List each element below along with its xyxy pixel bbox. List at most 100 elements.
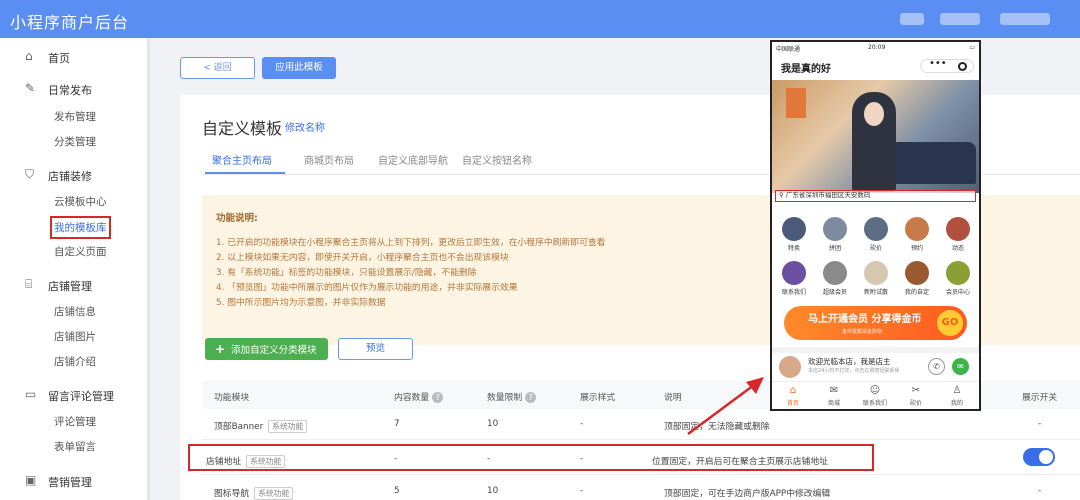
close-circle-icon[interactable] bbox=[958, 62, 967, 71]
sidebar-group-comments[interactable]: ▭ 留言评论管理 bbox=[0, 384, 147, 406]
phone-tab-contact[interactable]: ☺ 联系我们 bbox=[857, 385, 893, 407]
sidebar-item-my-templates[interactable]: 我的模板库 bbox=[50, 216, 111, 239]
phone-preview: 中国联通 20:09 ▭ 我是真的好 ••• ⚲ 广东省深圳市福田区天安数码 特… bbox=[770, 40, 981, 411]
help-icon[interactable]: ? bbox=[432, 392, 444, 403]
edit-icon: ✎ bbox=[25, 81, 36, 95]
sidebar-item-store-intro[interactable]: 店铺介绍 bbox=[54, 354, 96, 369]
top-bar: 小程序商户后台 bbox=[0, 0, 1080, 38]
th-desc: 说明 bbox=[664, 393, 682, 403]
sidebar-group-marketing[interactable]: ▣ 营销管理 bbox=[0, 470, 147, 492]
grid-item[interactable]: 超级会员 bbox=[817, 261, 853, 296]
sidebar-item-custom-page[interactable]: 自定义页面 bbox=[54, 244, 107, 259]
sidebar-item-store-images[interactable]: 店铺图片 bbox=[54, 329, 96, 344]
vip-go-button[interactable]: GO bbox=[937, 310, 963, 336]
sidebar-item-cloud-templates[interactable]: 云模板中心 bbox=[54, 194, 107, 209]
tab-label: 联系我们 bbox=[862, 400, 887, 407]
grid-item[interactable]: 新附试散 bbox=[858, 261, 894, 296]
store-address-toggle[interactable] bbox=[1023, 448, 1055, 466]
row-count: 5 bbox=[394, 486, 400, 496]
grid-item[interactable]: 动态 bbox=[940, 217, 976, 252]
sidebar-group-daily-publish[interactable]: ✎ 日常发布 bbox=[0, 78, 147, 100]
notice-line: 5. 图中所示图片均为示意图，并非实际数据 bbox=[216, 298, 386, 308]
mall-icon: ✉ bbox=[829, 385, 839, 396]
battery-icon: ▭ bbox=[969, 44, 975, 51]
grid-label: 特卖 bbox=[787, 245, 800, 252]
phone-tab-bar: ⌂ 首页 ✉ 商城 ☺ 联系我们 ✂ 砍价 ♙ 我的 bbox=[772, 381, 979, 409]
grid-label: 我的自定 bbox=[904, 289, 929, 296]
tab-custom-button-names[interactable]: 自定义按钮名称 bbox=[462, 152, 532, 167]
add-button-label: 添加自定义分类模块 bbox=[231, 345, 317, 356]
back-button[interactable]: < 返回 bbox=[180, 57, 255, 79]
pointer-arrow bbox=[687, 377, 764, 436]
th-count: 内容数量? bbox=[394, 390, 444, 403]
sidebar-item-category-manage[interactable]: 分类管理 bbox=[54, 134, 96, 149]
help-icon[interactable]: ? bbox=[525, 392, 537, 403]
comment-icon: ▭ bbox=[25, 387, 37, 401]
tab-label: 商城 bbox=[827, 400, 840, 407]
banner-sign bbox=[786, 88, 806, 118]
sidebar-group-store-manage[interactable]: ⌸ 店铺管理 bbox=[0, 274, 147, 296]
preview-button[interactable]: 预览 bbox=[338, 338, 413, 360]
grid-item[interactable]: 预约 bbox=[899, 217, 935, 252]
notice-line: 4. 「预览图」功能中所展示的图片仅作为展示功能的用途，并非实际展示效果 bbox=[216, 283, 518, 293]
sidebar-group-home[interactable]: ⌂ 首页 bbox=[0, 46, 147, 68]
tab-custom-bottom-nav[interactable]: 自定义底部导航 bbox=[378, 152, 448, 167]
sidebar-group-label: 店铺装修 bbox=[48, 170, 92, 183]
tab-homepage-layout[interactable]: 聚合主页布局 bbox=[212, 152, 272, 167]
add-custom-module-button[interactable]: + 添加自定义分类模块 bbox=[205, 338, 328, 360]
grid-label: 联系我们 bbox=[781, 289, 806, 296]
grid-item[interactable]: 我的自定 bbox=[899, 261, 935, 296]
plus-icon: + bbox=[215, 342, 226, 356]
vip-banner[interactable]: 马上开通会员 分享得金币 金币抵额现金购物 GO bbox=[784, 306, 967, 340]
sidebar-group-label: 日常发布 bbox=[48, 84, 92, 97]
th-module: 功能模块 bbox=[214, 393, 250, 403]
apply-template-button[interactable]: 应用此模板 bbox=[262, 57, 336, 79]
sidebar-item-store-info[interactable]: 店铺信息 bbox=[54, 304, 96, 319]
tab-label: 首页 bbox=[786, 400, 799, 407]
welcome-title: 欢迎光临本店，我是店主 bbox=[808, 357, 891, 366]
sidebar-item-comment-manage[interactable]: 评论管理 bbox=[54, 414, 96, 429]
tab-label: 砍价 bbox=[909, 400, 922, 407]
grid-item[interactable]: 会员中心 bbox=[940, 261, 976, 296]
sidebar-item-form-messages[interactable]: 表单留言 bbox=[54, 439, 96, 454]
th-limit: 数量限制? bbox=[487, 390, 537, 403]
welcome-card: 欢迎光临本店，我是店主 本店24小时不打烊，点击右侧按钮联系我 ✆ ✉ bbox=[772, 347, 979, 381]
tab-label: 我的 bbox=[950, 400, 963, 407]
grid-item[interactable]: 特卖 bbox=[776, 217, 812, 252]
tab-mall-layout[interactable]: 商城页布局 bbox=[304, 152, 354, 167]
more-icon[interactable]: ••• bbox=[929, 58, 947, 69]
sidebar-group-store-decor[interactable]: ⛉ 店铺装修 bbox=[0, 164, 147, 186]
phone-tab-home[interactable]: ⌂ 首页 bbox=[775, 385, 811, 407]
grid-icon bbox=[946, 217, 970, 241]
grid-label: 拼团 bbox=[828, 245, 841, 252]
phone-tab-mine[interactable]: ♙ 我的 bbox=[939, 385, 975, 407]
phone-call-icon[interactable]: ✆ bbox=[928, 358, 945, 375]
mini-program-capsule[interactable]: ••• bbox=[920, 58, 974, 73]
grid-icon bbox=[905, 217, 929, 241]
grid-item[interactable]: 联系我们 bbox=[776, 261, 812, 296]
sidebar-group-label: 店铺管理 bbox=[48, 280, 92, 293]
store-icon: ⌸ bbox=[25, 277, 33, 291]
grid-label: 动态 bbox=[951, 245, 964, 252]
blurred-info bbox=[940, 13, 980, 25]
th-style: 展示样式 bbox=[580, 393, 616, 403]
grid-label: 会员中心 bbox=[945, 289, 970, 296]
notice-title: 功能说明: bbox=[216, 213, 258, 224]
sidebar-group-label: 营销管理 bbox=[48, 476, 92, 489]
owner-avatar bbox=[779, 356, 801, 378]
grid-icon bbox=[782, 217, 806, 241]
carrier: 中国联通 bbox=[776, 46, 801, 53]
grid-item[interactable]: 拼团 bbox=[817, 217, 853, 252]
sidebar-item-publish-manage[interactable]: 发布管理 bbox=[54, 109, 96, 124]
notice-line: 1. 已开启的功能模块在小程序聚合主页将从上到下排列，更改后立即生效，在小程序中… bbox=[216, 238, 606, 248]
store-address-bar[interactable]: ⚲ 广东省深圳市福田区天安数码 bbox=[775, 190, 976, 202]
blurred-info bbox=[1000, 13, 1050, 25]
phone-tab-mall[interactable]: ✉ 商城 bbox=[816, 385, 852, 407]
phone-tab-bargain[interactable]: ✂ 砍价 bbox=[898, 385, 934, 407]
grid-icon bbox=[905, 261, 929, 285]
rename-link[interactable]: 修改名称 bbox=[285, 119, 325, 134]
wechat-icon[interactable]: ✉ bbox=[952, 358, 969, 375]
top-banner[interactable] bbox=[772, 80, 979, 193]
grid-label: 预约 bbox=[910, 245, 923, 252]
grid-item[interactable]: 砍价 bbox=[858, 217, 894, 252]
